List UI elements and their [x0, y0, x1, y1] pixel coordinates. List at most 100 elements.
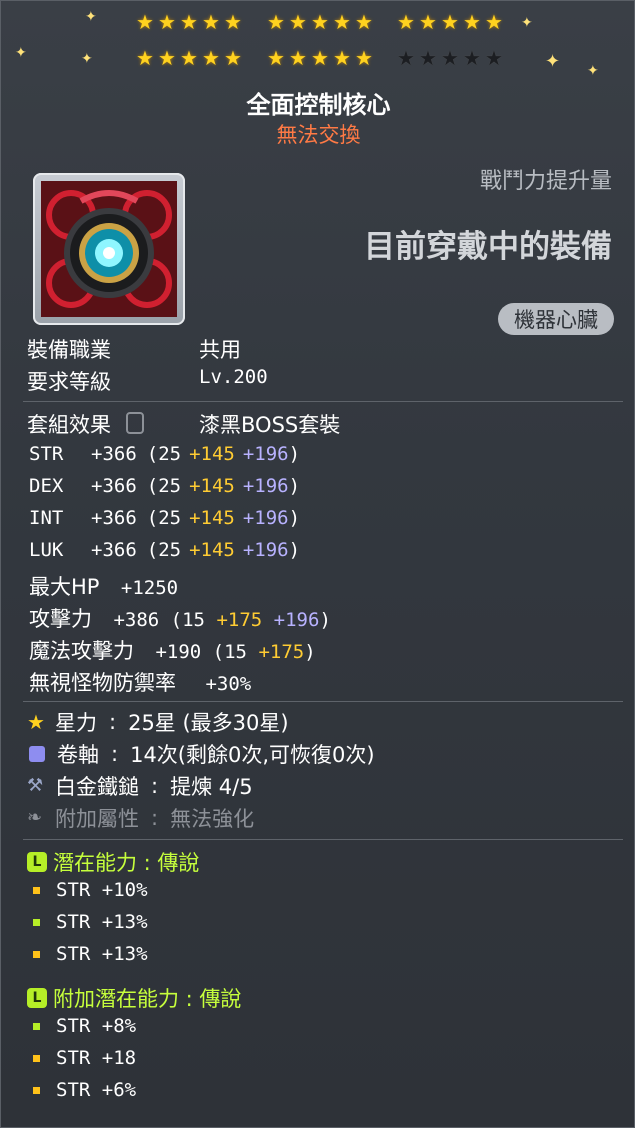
attack-label: 攻擊力 — [29, 607, 92, 631]
star-filled-icon: ★ — [289, 46, 307, 70]
starforce-row: ★ 星力 : 25星 (最多30星) — [27, 707, 289, 737]
potential-line: STR +10% — [33, 879, 148, 901]
set-effect-label: 套組效果 — [27, 413, 111, 437]
starforce-label: 星力 — [55, 711, 97, 735]
item-name: 全面控制核心 — [246, 91, 391, 119]
star-filled-icon: ★ — [224, 10, 242, 34]
stat-row: LUK +366 (25 +145 +196) — [29, 539, 300, 561]
magic-attack-close: ) — [304, 641, 316, 663]
stat-starforce: +145 — [189, 507, 235, 529]
potential-line-text: STR +6% — [56, 1079, 137, 1101]
stat-close: ) — [288, 475, 301, 497]
bullet-icon — [33, 1086, 40, 1094]
attack-bonus: +196 — [273, 609, 320, 631]
potential-header: L 潛在能力 : 傳說 — [27, 847, 199, 877]
ignore-defense-value: +30% — [205, 673, 252, 695]
combat-power-label: 戰鬥力提升量 — [479, 169, 612, 194]
star-group: ★ ★ ★ ★ ★ — [396, 43, 504, 73]
attack-total: +386 — [113, 609, 160, 631]
star-icon: ★ — [27, 710, 45, 734]
potential-line-text: STR +13% — [56, 911, 148, 933]
sparkle-icon: ✦ — [587, 63, 599, 79]
max-hp-row: 最大HP +1250 — [29, 571, 178, 601]
stat-bonus: +196 — [242, 507, 289, 529]
star-empty-icon: ★ — [463, 46, 481, 70]
divider — [23, 839, 623, 840]
stat-total: +366 — [91, 507, 137, 529]
scroll-icon — [29, 746, 45, 762]
divider — [23, 401, 623, 402]
magic-attack-row: 魔法攻擊力 +190 (15 +175) — [29, 635, 316, 665]
stat-row: STR +366 (25 +145 +196) — [29, 443, 300, 465]
bullet-icon — [33, 950, 40, 958]
level-row: 要求等級 — [27, 366, 111, 396]
ignore-defense-row: 無視怪物防禦率 +30% — [29, 667, 251, 697]
starforce-value: 25星 (最多30星) — [128, 711, 289, 735]
potential-label: 潛在能力 : 傳說 — [53, 851, 200, 875]
star-group: ★ ★ ★ ★ ★ — [135, 43, 243, 73]
attack-starforce: +175 — [216, 609, 263, 631]
star-filled-icon: ★ — [180, 10, 198, 34]
star-filled-icon: ★ — [485, 10, 503, 34]
hammer-sep: : — [151, 774, 159, 798]
set-name: 漆黑BOSS套裝 — [199, 413, 341, 437]
stat-total: +366 — [91, 539, 137, 561]
stat-row: INT +366 (25 +145 +196) — [29, 507, 300, 529]
hammer-icon: ⚒ — [27, 775, 44, 796]
scroll-sep: : — [111, 742, 119, 766]
sparkle-icon: ✦ — [521, 15, 533, 31]
stat-close: ) — [288, 539, 301, 561]
trade-status: 無法交換 — [276, 123, 361, 147]
star-filled-icon: ★ — [463, 10, 481, 34]
potential-line: STR +8% — [33, 1015, 136, 1037]
star-filled-icon: ★ — [311, 10, 329, 34]
potential-line: STR +6% — [33, 1079, 136, 1101]
star-filled-icon: ★ — [202, 46, 220, 70]
star-filled-icon: ★ — [267, 10, 285, 34]
job-value: 共用 — [199, 338, 241, 362]
star-filled-icon: ★ — [136, 10, 154, 34]
level-label: 要求等級 — [27, 370, 111, 394]
sparkle-icon: ✦ — [81, 51, 93, 67]
divider — [23, 701, 623, 702]
star-filled-icon: ★ — [136, 46, 154, 70]
item-type-badge: 機器心臟 — [498, 303, 614, 335]
stat-row: DEX +366 (25 +145 +196) — [29, 475, 300, 497]
star-filled-icon: ★ — [158, 10, 176, 34]
stat-close: ) — [288, 443, 301, 465]
potential-line: STR +13% — [33, 943, 148, 965]
star-filled-icon: ★ — [289, 10, 307, 34]
stat-base: (25 — [146, 539, 182, 561]
star-group: ★ ★ ★ ★ ★ — [266, 7, 374, 37]
scroll-row: 卷軸 : 14次(剩餘0次,可恢復0次) — [27, 739, 375, 769]
bonus-stat-row: ❧ 附加屬性 : 無法強化 — [27, 803, 254, 833]
stat-base: (25 — [146, 443, 182, 465]
lock-icon — [125, 412, 144, 434]
stat-starforce: +145 — [189, 539, 235, 561]
additional-potential-header: L 附加潛在能力 : 傳說 — [27, 983, 241, 1013]
potential-line: STR +13% — [33, 911, 148, 933]
magic-attack-label: 魔法攻擊力 — [29, 639, 134, 663]
hammer-row: ⚒ 白金鐵鎚 : 提煉 4/5 — [27, 771, 253, 801]
stat-base: (25 — [146, 475, 182, 497]
bonus-stat-value: 無法強化 — [170, 807, 255, 831]
star-filled-icon: ★ — [202, 10, 220, 34]
max-hp-value: +1250 — [120, 577, 179, 599]
stat-name: STR — [29, 443, 64, 465]
bullet-icon — [33, 886, 40, 894]
starforce-sep: : — [109, 710, 117, 734]
set-effect-row[interactable]: 套組效果 — [27, 409, 144, 439]
stat-bonus: +196 — [242, 443, 289, 465]
star-group: ★ ★ ★ ★ ★ — [266, 43, 374, 73]
star-empty-icon: ★ — [419, 46, 437, 70]
machine-heart-icon — [41, 181, 177, 317]
item-tooltip: ★ ★ ★ ★ ★ ★ ★ ★ ★ ★ ★ ★ ★ ★ ★ ★ ★ ★ ★ ★ ★ ★ ★ ★ ★ ★ ★ ★ ★ ★ ✦ ✦ … — [0, 0, 635, 1128]
attack-base: (15 — [170, 609, 205, 631]
stat-close: ) — [288, 507, 301, 529]
star-empty-icon: ★ — [485, 46, 503, 70]
star-filled-icon: ★ — [180, 46, 198, 70]
stat-starforce: +145 — [189, 443, 235, 465]
hammer-label: 白金鐵鎚 — [55, 775, 139, 799]
legendary-badge: L — [27, 852, 47, 872]
attack-close: ) — [319, 609, 331, 631]
